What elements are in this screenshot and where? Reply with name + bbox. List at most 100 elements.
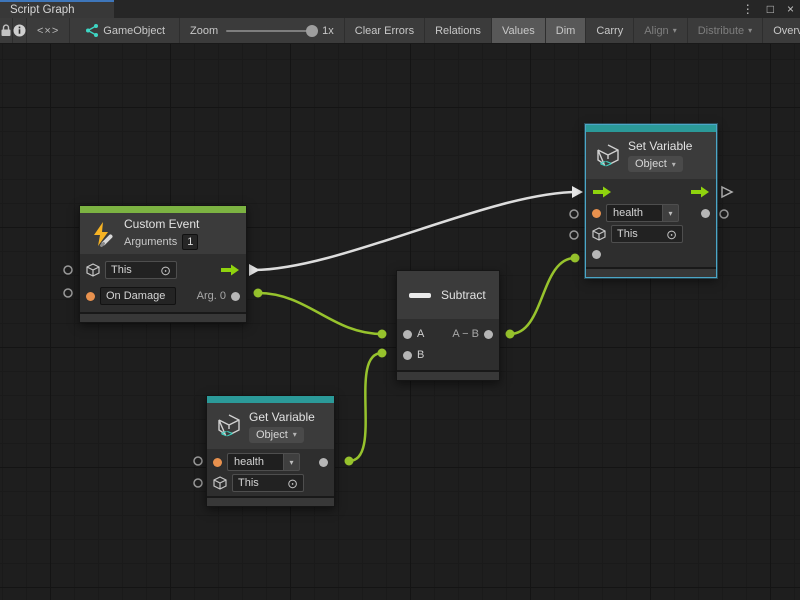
info-button[interactable] <box>13 18 27 43</box>
variable-scope-dropdown[interactable]: Object ▾ <box>628 156 683 172</box>
dim-toggle[interactable]: Dim <box>546 18 587 43</box>
node-body: This ⊙ On Damage Arg. 0 <box>80 254 246 312</box>
node-header[interactable]: <> Set Variable Object ▾ <box>586 132 716 179</box>
result-output-port[interactable] <box>484 330 493 339</box>
graph-icon <box>84 24 99 37</box>
node-footer[interactable] <box>207 496 334 506</box>
control-in-arrow[interactable] <box>572 186 583 198</box>
close-icon[interactable]: × <box>787 0 794 18</box>
value-output-port[interactable] <box>319 458 328 467</box>
control-out-arrow[interactable] <box>249 264 260 276</box>
unconnected-port-circle[interactable] <box>194 457 202 465</box>
target-self-field[interactable]: This ⊙ <box>232 474 304 492</box>
wire-endpoint[interactable] <box>345 457 354 466</box>
control-output-port[interactable] <box>220 264 240 276</box>
node-footer[interactable] <box>586 267 716 277</box>
node-header[interactable]: Custom Event Arguments 1 <box>80 213 246 254</box>
node-header[interactable]: Subtract <box>397 271 499 319</box>
zoom-slider-knob[interactable] <box>306 25 318 37</box>
variable-name-dropdown[interactable]: health ▾ <box>606 204 679 222</box>
window-controls: ⋮ □ × <box>742 0 794 18</box>
variable-name-dropdown[interactable]: health ▾ <box>227 453 300 471</box>
variable-name-port[interactable] <box>213 458 222 467</box>
chevron-down-icon: ▾ <box>283 453 300 471</box>
chevron-down-icon: ▾ <box>748 26 752 35</box>
arguments-label: Arguments <box>124 236 177 248</box>
distribute-label: Distribute <box>698 25 744 37</box>
values-toggle[interactable]: Values <box>492 18 546 43</box>
graph-canvas[interactable]: Custom Event Arguments 1 This ⊙ <box>0 44 800 600</box>
event-name: On Damage <box>106 290 165 302</box>
unconnected-port-circle[interactable] <box>64 289 72 297</box>
event-name-field[interactable]: On Damage <box>100 287 176 305</box>
value-input-port[interactable] <box>592 250 601 259</box>
clear-errors-button[interactable]: Clear Errors <box>345 18 425 43</box>
unconnected-port-circle[interactable] <box>194 479 202 487</box>
zoom-label: Zoom <box>190 25 218 37</box>
subtract-node[interactable]: Subtract A A − B B <box>396 270 500 381</box>
lock-icon <box>0 24 12 37</box>
overview-button[interactable]: Overv <box>763 18 800 43</box>
wire-control-white[interactable] <box>253 192 578 270</box>
distribute-dropdown[interactable]: Distribute ▾ <box>688 18 763 43</box>
control-input-port[interactable] <box>592 186 612 198</box>
wire-subtract-to-setvar[interactable] <box>510 258 575 334</box>
node-footer[interactable] <box>80 312 246 322</box>
align-label: Align <box>644 25 668 37</box>
node-footer[interactable] <box>397 370 499 380</box>
relations-button[interactable]: Relations <box>425 18 492 43</box>
wire-endpoint[interactable] <box>378 330 387 339</box>
variable-name-port[interactable] <box>592 209 601 218</box>
get-variable-node[interactable]: <> Get Variable Object ▾ health ▾ <box>206 395 335 507</box>
node-header[interactable]: <> Get Variable Object ▾ <box>207 403 334 449</box>
cube-icon <box>592 227 606 241</box>
node-body: A A − B B <box>397 319 499 370</box>
value-output-port[interactable] <box>701 209 710 218</box>
wire-endpoint[interactable] <box>506 330 515 339</box>
chevron-down-icon: ▾ <box>293 430 297 439</box>
visual-scripting-window: Script Graph ⋮ □ × <×> <box>0 0 800 600</box>
wire-arg0-to-subtract-a[interactable] <box>258 293 382 334</box>
unconnected-port-circle[interactable] <box>570 231 578 239</box>
arg0-output-port[interactable] <box>231 292 240 301</box>
maximize-icon[interactable]: □ <box>767 0 774 18</box>
control-output-port[interactable] <box>690 186 710 198</box>
unconnected-port-triangle[interactable] <box>722 187 732 197</box>
tab-script-graph[interactable]: Script Graph <box>0 0 114 18</box>
chevron-down-icon: ▾ <box>673 26 677 35</box>
custom-event-node[interactable]: Custom Event Arguments 1 This ⊙ <box>79 205 247 323</box>
clear-errors-label: Clear Errors <box>355 25 414 37</box>
variable-name-value: health <box>227 453 283 471</box>
align-dropdown[interactable]: Align ▾ <box>634 18 687 43</box>
unconnected-port-circle[interactable] <box>570 210 578 218</box>
output-label: A − B <box>452 328 479 340</box>
target-picker-icon[interactable]: ⊙ <box>287 477 298 490</box>
target-picker-icon[interactable]: ⊙ <box>666 228 677 241</box>
unconnected-port-circle[interactable] <box>720 210 728 218</box>
zoom-slider[interactable] <box>226 30 314 32</box>
wire-endpoint[interactable] <box>378 349 387 358</box>
variable-scope-dropdown[interactable]: Object ▾ <box>249 427 304 443</box>
menu-dots-icon[interactable]: ⋮ <box>742 0 754 18</box>
values-label: Values <box>502 25 535 37</box>
target-picker-icon[interactable]: ⊙ <box>160 264 171 277</box>
arguments-count-field[interactable]: 1 <box>182 234 198 250</box>
graph-target-button[interactable]: GameObject <box>70 18 180 43</box>
chevron-down-icon: ▾ <box>672 160 676 169</box>
event-port[interactable] <box>86 292 95 301</box>
wire-endpoint[interactable] <box>254 289 263 298</box>
edit-graph-button[interactable]: <×> <box>27 18 70 43</box>
lock-button[interactable] <box>0 18 13 43</box>
unconnected-port-circle[interactable] <box>64 266 72 274</box>
input-a-port[interactable] <box>403 330 412 339</box>
wire-getvar-to-subtract-b[interactable] <box>349 353 382 461</box>
node-title: Set Variable <box>628 139 692 153</box>
wire-endpoint[interactable] <box>571 254 580 263</box>
input-b-port[interactable] <box>403 351 412 360</box>
node-header-text: Set Variable Object ▾ <box>628 139 692 172</box>
svg-text:<>: <> <box>221 429 233 438</box>
set-variable-node[interactable]: <> Set Variable Object ▾ <box>585 124 717 278</box>
target-self-field[interactable]: This ⊙ <box>611 225 683 243</box>
target-self-field[interactable]: This ⊙ <box>105 261 177 279</box>
carry-toggle[interactable]: Carry <box>586 18 634 43</box>
